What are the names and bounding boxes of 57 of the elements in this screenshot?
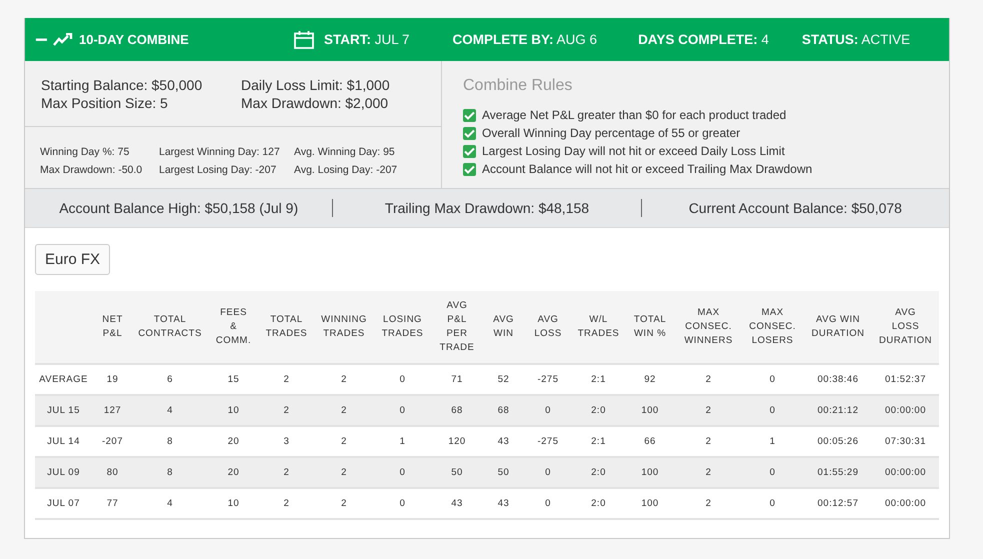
rules-title: Combine Rules bbox=[463, 77, 574, 95]
table-cell: 2 bbox=[260, 488, 313, 519]
product-button[interactable]: Euro FX bbox=[35, 244, 110, 275]
table-cell: 2:0 bbox=[573, 488, 624, 519]
balance-stat: Trailing Max Drawdown: $48,158 bbox=[384, 200, 590, 216]
day-stat: Avg. Losing Day: -207 bbox=[294, 163, 398, 178]
balance-stat: Current Account Balance: $50,078 bbox=[688, 200, 903, 216]
column-header: AVG LOSS DURATION bbox=[872, 291, 939, 364]
rule-text: Overall Winning Day percentage of 55 or greater bbox=[482, 126, 740, 140]
column-header: W/L TRADES bbox=[573, 291, 624, 364]
rule-text: Largest Losing Day will not hit or exceed Daily Loss Limit bbox=[482, 144, 785, 158]
combine-title: 10-DAY COMBINE bbox=[79, 32, 190, 47]
table-cell: 0 bbox=[375, 488, 430, 519]
table-cell: 00:00:00 bbox=[872, 488, 939, 519]
column-header: LOSING TRADES bbox=[375, 291, 430, 364]
column-header: FEES & COMM. bbox=[207, 291, 260, 364]
table-cell: 43 bbox=[484, 488, 523, 519]
rule-text: Average Net P&L greater than $0 for each product traded bbox=[482, 108, 786, 122]
table-cell: 2 bbox=[313, 488, 375, 519]
header-stat: COMPLETE BY: AUG 6 bbox=[452, 32, 598, 47]
table-cell: 43 bbox=[430, 488, 484, 519]
day-stat: Largest Winning Day: 127 bbox=[159, 145, 281, 160]
day-stat: Max Drawdown: -50.0 bbox=[40, 163, 144, 178]
header-stat: DAYS COMPLETE: 4 bbox=[638, 32, 769, 47]
table-cell: JUL 07 bbox=[35, 488, 92, 519]
column-header: AVG LOSS bbox=[523, 291, 573, 364]
calendar-icon bbox=[294, 30, 314, 48]
column-header: AVG WIN bbox=[484, 291, 523, 364]
header-stat: STATUS: ACTIVE bbox=[802, 32, 910, 47]
column-header: AVG WIN DURATION bbox=[804, 291, 872, 364]
column-header: TOTAL CONTRACTS bbox=[133, 291, 207, 364]
table-cell: 10 bbox=[207, 488, 260, 519]
column-header: AVG P&L PER TRADE bbox=[430, 291, 484, 364]
table-cell: 2 bbox=[676, 488, 741, 519]
column-header: TOTAL WIN % bbox=[624, 291, 676, 364]
header-stat: START: JUL 7 bbox=[324, 32, 410, 47]
day-stat: Avg. Winning Day: 95 bbox=[294, 145, 396, 160]
rule-text: Account Balance will not hit or exceed Trailing Max Drawdown bbox=[482, 162, 812, 176]
column-header: MAX CONSEC. WINNERS bbox=[676, 291, 741, 364]
account-rule: Max Position Size: 5 bbox=[41, 94, 169, 112]
table-cell: 0 bbox=[741, 488, 804, 519]
account-rule: Starting Balance: $50,000 bbox=[41, 76, 204, 94]
trend-line-icon bbox=[53, 32, 73, 46]
table-cell: 77 bbox=[92, 488, 133, 519]
table-cell: 0 bbox=[523, 488, 573, 519]
account-rule: Max Drawdown: $2,000 bbox=[241, 94, 390, 112]
column-header: TOTAL TRADES bbox=[260, 291, 313, 364]
column-header: WINNING TRADES bbox=[313, 291, 375, 364]
table-cell: 4 bbox=[133, 488, 207, 519]
table-cell: 00:12:57 bbox=[804, 488, 872, 519]
balance-stat: Account Balance High: $50,158 (Jul 9) bbox=[58, 200, 300, 216]
column-header: NET P&L bbox=[92, 291, 133, 364]
day-stat: Largest Losing Day: -207 bbox=[159, 163, 278, 178]
day-stat: Winning Day %: 75 bbox=[40, 145, 130, 160]
column-header: MAX CONSEC. LOSERS bbox=[741, 291, 804, 364]
table-cell: 100 bbox=[624, 488, 676, 519]
account-rule: Daily Loss Limit: $1,000 bbox=[241, 76, 391, 94]
